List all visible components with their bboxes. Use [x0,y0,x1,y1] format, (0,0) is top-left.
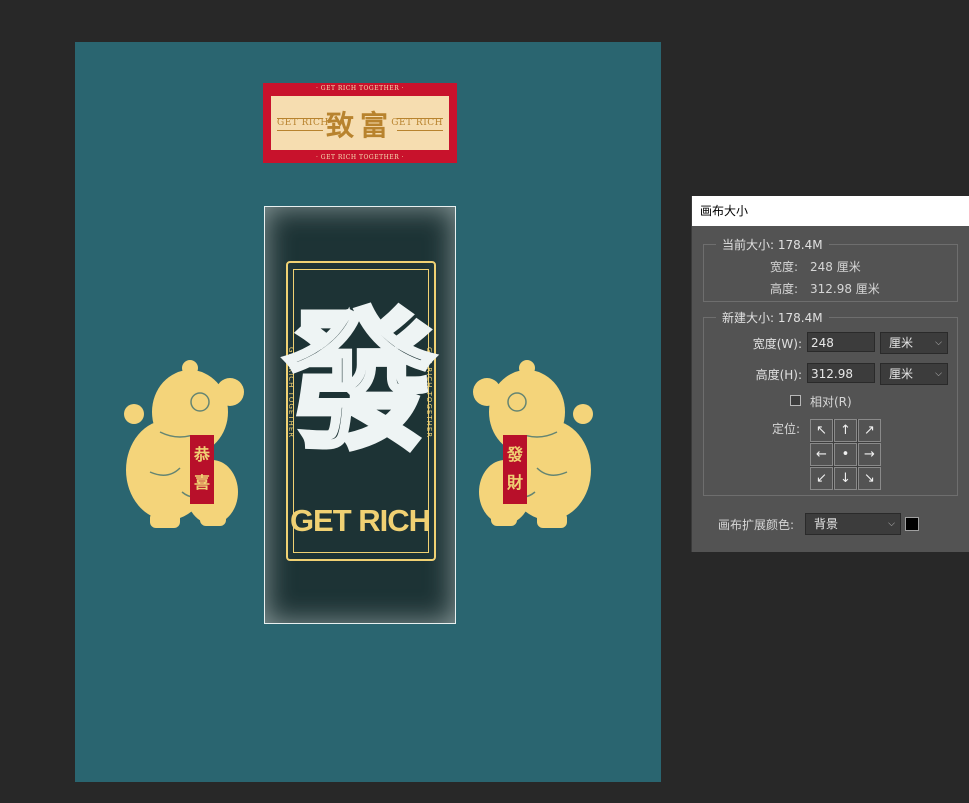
banner-title: 致富 [325,109,394,142]
new-width-label: 宽度(W): [752,337,802,351]
new-width-unit-select[interactable]: 厘米 ⌵ [880,332,948,354]
extension-color-label: 画布扩展颜色: [718,518,795,532]
new-height-label: 高度(H): [755,368,802,382]
relative-label[interactable]: 相对(R) [810,393,852,410]
dialog-title[interactable]: 画布大小 [692,196,969,226]
anchor-bottom-left[interactable]: ↙ [810,467,833,490]
chevron-down-icon: ⌵ [935,338,942,348]
new-height-unit-select[interactable]: 厘米 ⌵ [880,363,948,385]
top-banner: · GET RICH TOGETHER · GET RICH GET RICH … [263,83,457,163]
anchor-top-left[interactable]: ↖ [810,419,833,442]
extension-color-select[interactable]: 背景 ⌵ [805,513,901,535]
anchor-bottom-right[interactable]: ↘ [858,467,881,490]
new-height-input[interactable]: 312.98 [807,363,875,383]
anchor-top-right[interactable]: ↗ [858,419,881,442]
canvas-size-dialog: 画布大小 当前大小: 178.4M 宽度: 248 厘米 高度: 312.98 … [691,196,969,552]
lion-left-illustration: 恭 喜 [124,360,244,528]
lion-left-scroll-char-2: 喜 [194,473,210,492]
panel-big-character: 發 [282,294,437,470]
lion-right-illustration: 發 財 [473,360,593,528]
anchor-middle-right[interactable]: → [858,443,881,466]
chevron-down-icon: ⌵ [935,369,942,379]
lion-left-scroll [190,432,214,506]
new-size-label: 新建大小: 178.4M [716,309,829,326]
lion-left-scroll-char-1: 恭 [193,445,211,464]
current-height-value: 312.98 厘米 [810,282,880,296]
anchor-label: 定位: [772,422,801,436]
new-width-input[interactable]: 248 [807,332,875,352]
current-size-label: 当前大小: 178.4M [716,236,829,253]
banner-top-strip: · GET RICH TOGETHER · [315,85,405,92]
new-height-unit-value: 厘米 [889,367,914,381]
panel-caption: GET RICH [289,503,431,538]
anchor-grid: ↖ ↑ ↗ ← • → ↙ ↓ ↘ [810,419,881,490]
lion-right-scroll-char-1: 發 [506,445,524,464]
banner-inner: GET RICH GET RICH 致富 [269,94,451,152]
chevron-down-icon: ⌵ [888,519,895,529]
anchor-top-center[interactable]: ↑ [834,419,857,442]
anchor-middle-left[interactable]: ← [810,443,833,466]
new-width-unit-value: 厘米 [889,336,914,350]
current-width-value: 248 厘米 [810,260,861,274]
center-panel: GET RICH TOGETHER GET RICH TOGETHER 發 GE… [264,206,456,624]
extension-color-value: 背景 [814,517,839,531]
current-height-label: 高度: [770,282,799,296]
relative-checkbox[interactable] [790,395,801,406]
banner-bottom-strip: · GET RICH TOGETHER · [315,154,405,161]
anchor-center[interactable]: • [834,443,857,466]
current-size-group: 当前大小: 178.4M 宽度: 248 厘米 高度: 312.98 厘米 [703,236,958,302]
lion-right-scroll [503,432,527,506]
document-canvas[interactable]: · GET RICH TOGETHER · GET RICH GET RICH … [75,42,661,782]
current-width-label: 宽度: [770,260,799,274]
extension-color-swatch[interactable] [905,517,919,531]
anchor-bottom-center[interactable]: ↓ [834,467,857,490]
lion-right-scroll-char-2: 財 [507,473,523,492]
